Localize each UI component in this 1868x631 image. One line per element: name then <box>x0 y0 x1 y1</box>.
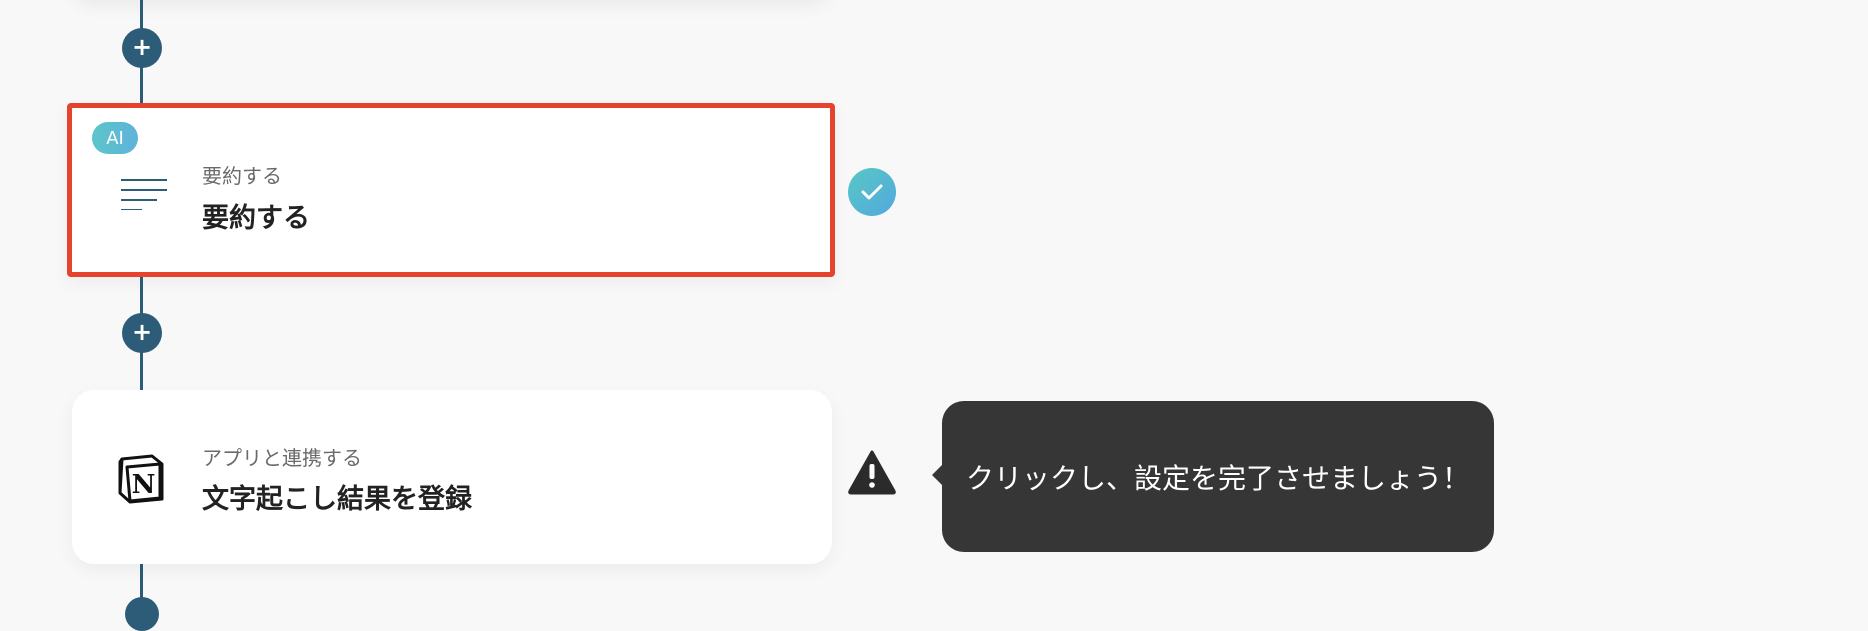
step-subtitle: 要約する <box>202 164 282 188</box>
check-icon <box>848 168 896 216</box>
add-step-button[interactable]: + <box>122 313 162 353</box>
step-title: 要約する <box>202 203 310 234</box>
notion-logo-icon: N <box>116 453 166 509</box>
step-card-notion[interactable]: N アプリと連携する 文字起こし結果を登録 <box>72 390 832 564</box>
setup-tooltip: クリックし、設定を完了させましょう！ <box>932 401 1494 552</box>
plus-icon: + <box>131 33 153 61</box>
svg-text:N: N <box>132 470 156 500</box>
step-card-summarize[interactable]: AI 要約する 要約する <box>67 103 835 277</box>
step-title: 文字起こし結果を登録 <box>202 484 472 515</box>
add-step-button[interactable] <box>125 597 159 631</box>
summary-lines-icon <box>120 178 168 214</box>
add-step-button[interactable]: + <box>122 28 162 68</box>
plus-icon: + <box>131 318 153 346</box>
warning-icon <box>848 449 896 499</box>
ai-badge: AI <box>92 122 138 154</box>
tooltip-text: クリックし、設定を完了させましょう！ <box>966 461 1471 495</box>
step-subtitle: アプリと連携する <box>202 446 362 470</box>
